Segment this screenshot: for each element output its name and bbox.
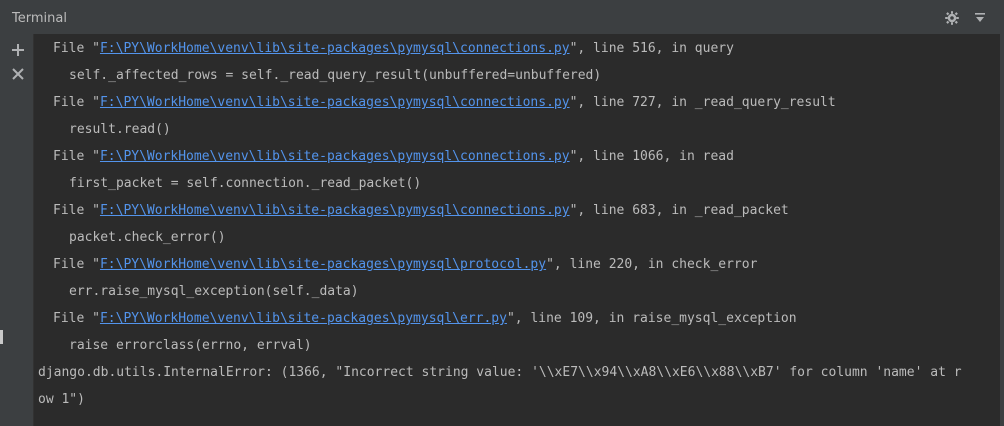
error-line-continuation: ow 1") <box>38 392 85 407</box>
terminal-output[interactable]: File "F:\PY\WorkHome\venv\lib\site-packa… <box>34 34 1000 426</box>
trace-line: File "F:\PY\WorkHome\venv\lib\site-packa… <box>53 203 789 218</box>
tool-window-title: Terminal <box>12 11 67 26</box>
file-link[interactable]: F:\PY\WorkHome\venv\lib\site-packages\py… <box>100 257 546 272</box>
code-line: first_packet = self.connection._read_pac… <box>69 176 422 191</box>
header-actions <box>944 10 988 26</box>
gutter-marker <box>0 330 3 344</box>
code-line: self._affected_rows = self._read_query_r… <box>69 68 602 83</box>
trace-line: File "F:\PY\WorkHome\venv\lib\site-packa… <box>53 311 797 326</box>
code-line: packet.check_error() <box>69 230 226 245</box>
trace-line: File "F:\PY\WorkHome\venv\lib\site-packa… <box>53 257 758 272</box>
error-line: django.db.utils.InternalError: (1366, "I… <box>38 365 962 380</box>
close-icon[interactable] <box>10 66 26 82</box>
file-link[interactable]: F:\PY\WorkHome\venv\lib\site-packages\py… <box>100 95 570 110</box>
code-line: err.raise_mysql_exception(self._data) <box>69 284 359 299</box>
terminal-side-toolbar <box>0 34 34 426</box>
plus-icon[interactable] <box>10 42 26 58</box>
trace-line: File "F:\PY\WorkHome\venv\lib\site-packa… <box>53 95 836 110</box>
code-line: raise errorclass(errno, errval) <box>69 338 312 353</box>
terminal-window: Terminal File "F:\PY\WorkHome\venv\lib\s… <box>0 0 1004 426</box>
vertical-scrollbar[interactable] <box>1000 34 1004 426</box>
trace-line: File "F:\PY\WorkHome\venv\lib\site-packa… <box>53 149 734 164</box>
file-link[interactable]: F:\PY\WorkHome\venv\lib\site-packages\py… <box>100 41 570 56</box>
file-link[interactable]: F:\PY\WorkHome\venv\lib\site-packages\py… <box>100 311 507 326</box>
gear-icon[interactable] <box>944 10 960 26</box>
hide-panel-icon[interactable] <box>972 10 988 26</box>
file-link[interactable]: F:\PY\WorkHome\venv\lib\site-packages\py… <box>100 203 570 218</box>
trace-line: File "F:\PY\WorkHome\venv\lib\site-packa… <box>53 41 734 56</box>
file-link[interactable]: F:\PY\WorkHome\venv\lib\site-packages\py… <box>100 149 570 164</box>
code-line: result.read() <box>69 122 171 137</box>
tool-window-header: Terminal <box>0 0 1004 34</box>
